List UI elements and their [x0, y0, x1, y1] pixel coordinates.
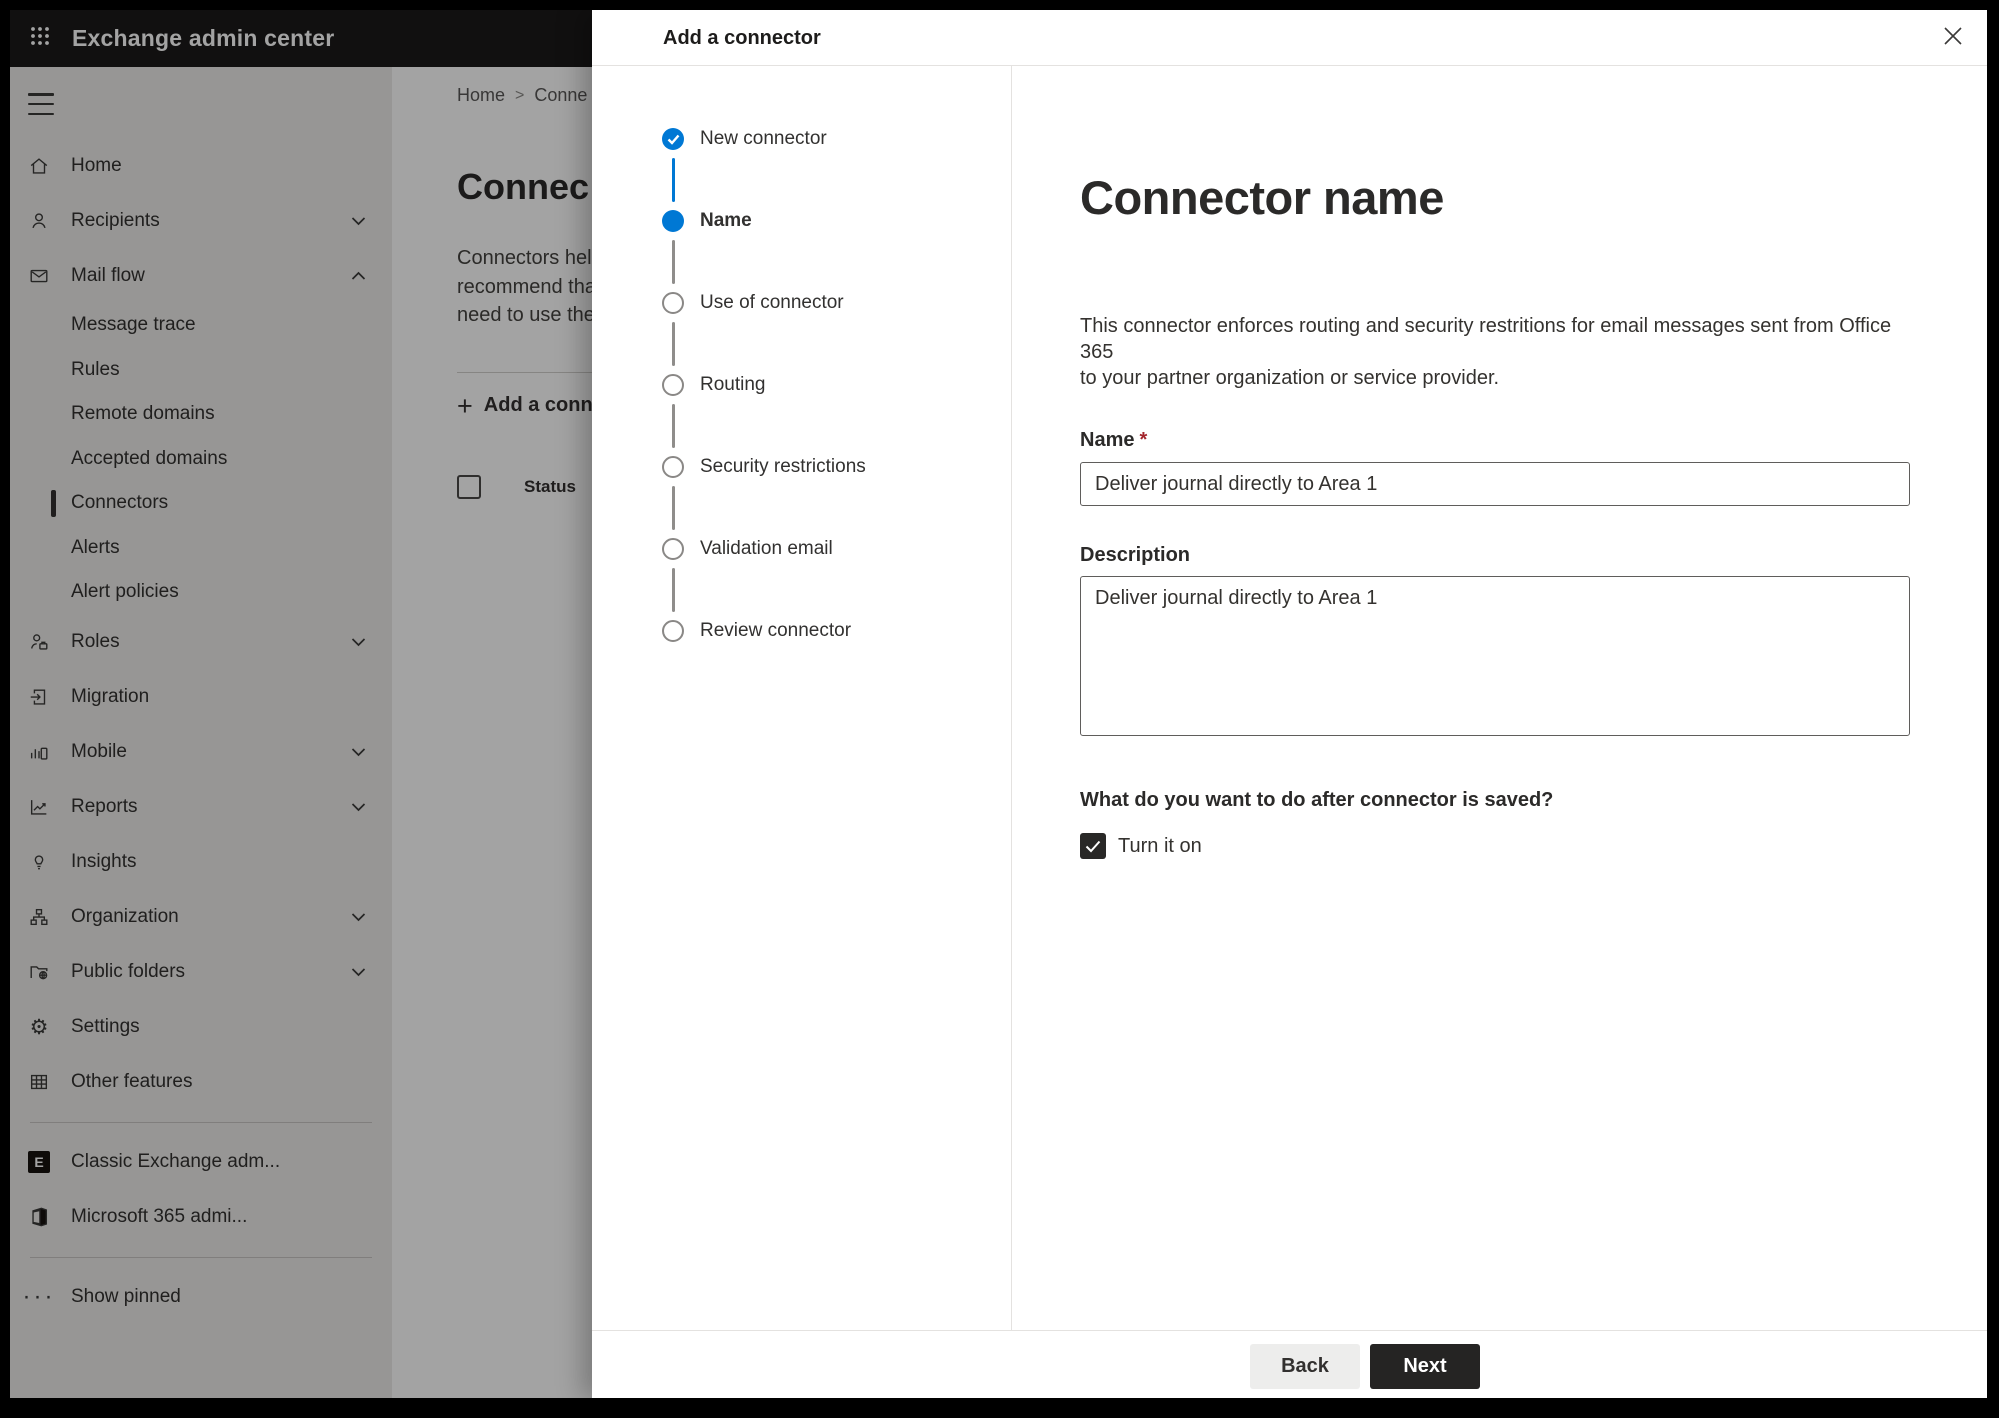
- nav-list: Home Recipients Mail flow Message trace …: [10, 138, 392, 1325]
- next-button[interactable]: Next: [1370, 1344, 1480, 1389]
- breadcrumb-connectors[interactable]: Conne: [534, 85, 587, 106]
- lightbulb-icon: [27, 850, 51, 874]
- dialog-footer: Back Next: [592, 1330, 1987, 1398]
- step-name[interactable]: Name: [662, 210, 1011, 292]
- close-button[interactable]: [1937, 22, 1969, 54]
- sidebar-item-microsoft-365-admin[interactable]: Microsoft 365 admi...: [10, 1190, 392, 1245]
- step-completed-icon: [662, 128, 684, 150]
- step-heading: Connector name: [1080, 171, 1444, 224]
- connector-name-input[interactable]: [1080, 462, 1910, 506]
- plus-icon: +: [457, 390, 473, 421]
- roles-icon: [27, 630, 51, 654]
- screenshot-frame: Exchange admin center Home Recipients Ma…: [0, 0, 1999, 1418]
- sidebar-divider: [30, 1121, 372, 1123]
- chevron-down-icon: [351, 216, 366, 226]
- close-icon: [1942, 25, 1964, 52]
- waffle-icon: [28, 24, 52, 53]
- sidebar-item-mail-flow[interactable]: Mail flow: [10, 248, 392, 303]
- turn-it-on-option[interactable]: Turn it on: [1080, 833, 1910, 859]
- breadcrumb-home[interactable]: Home: [457, 85, 505, 106]
- chevron-down-icon: [351, 912, 366, 922]
- sidebar-item-connectors[interactable]: Connectors: [10, 481, 392, 526]
- step-current-icon: [662, 210, 684, 232]
- gear-icon: ⚙: [29, 1014, 49, 1039]
- sidebar-item-home[interactable]: Home: [10, 138, 392, 193]
- org-chart-icon: [27, 905, 51, 929]
- sidebar-item-classic-exchange-admin[interactable]: E Classic Exchange adm...: [10, 1135, 392, 1190]
- step-pending-icon: [662, 620, 684, 642]
- dialog-header: Add a connector: [592, 10, 1987, 66]
- wizard-steps: New connector Name Use of connector Rout…: [592, 66, 1012, 1330]
- step-routing[interactable]: Routing: [662, 374, 1011, 456]
- dialog-title: Add a connector: [663, 27, 821, 49]
- sidebar-item-alerts[interactable]: Alerts: [10, 526, 392, 571]
- sidebar-item-public-folders[interactable]: Public folders: [10, 945, 392, 1000]
- folder-globe-icon: [27, 960, 51, 984]
- left-navigation: Home Recipients Mail flow Message trace …: [10, 67, 392, 1398]
- reports-icon: [27, 795, 51, 819]
- sidebar-item-remote-domains[interactable]: Remote domains: [10, 392, 392, 437]
- sidebar-item-insights[interactable]: Insights: [10, 835, 392, 890]
- app-launcher-button[interactable]: [18, 17, 62, 61]
- turn-it-on-label: Turn it on: [1118, 834, 1202, 857]
- chevron-down-icon: [351, 637, 366, 647]
- chevron-up-icon: [351, 271, 366, 281]
- migration-icon: [27, 685, 51, 709]
- person-icon: [27, 209, 51, 233]
- select-all-checkbox[interactable]: [457, 474, 481, 499]
- step-validation-email[interactable]: Validation email: [662, 538, 1011, 620]
- connector-description-textarea[interactable]: Deliver journal directly to Area 1: [1080, 576, 1910, 736]
- sidebar-item-rules[interactable]: Rules: [10, 348, 392, 393]
- step-use-of-connector[interactable]: Use of connector: [662, 292, 1011, 374]
- sidebar-item-organization[interactable]: Organization: [10, 890, 392, 945]
- app-window: Exchange admin center Home Recipients Ma…: [10, 10, 1987, 1398]
- add-connector-dialog: Add a connector New connector Name Use o…: [592, 10, 1987, 1398]
- sidebar-item-roles[interactable]: Roles: [10, 615, 392, 670]
- required-marker: *: [1139, 429, 1148, 451]
- step-review-connector[interactable]: Review connector: [662, 620, 1011, 702]
- mail-icon: [27, 264, 51, 288]
- ellipsis-icon: ···: [22, 1283, 56, 1310]
- sidebar-item-show-pinned[interactable]: ··· Show pinned: [10, 1270, 392, 1325]
- step-description: This connector enforces routing and secu…: [1080, 315, 1892, 389]
- sidebar-item-alert-policies[interactable]: Alert policies: [10, 570, 392, 615]
- mobile-icon: [27, 740, 51, 764]
- sidebar-item-accepted-domains[interactable]: Accepted domains: [10, 437, 392, 482]
- sidebar-item-recipients[interactable]: Recipients: [10, 193, 392, 248]
- sidebar-item-reports[interactable]: Reports: [10, 780, 392, 835]
- step-pending-icon: [662, 292, 684, 314]
- breadcrumb-separator-icon: >: [515, 86, 525, 104]
- sidebar-item-other-features[interactable]: Other features: [10, 1055, 392, 1110]
- step-new-connector[interactable]: New connector: [662, 128, 1011, 210]
- step-pending-icon: [662, 374, 684, 396]
- checked-checkbox-icon[interactable]: [1080, 833, 1106, 859]
- chevron-down-icon: [351, 802, 366, 812]
- step-pending-icon: [662, 456, 684, 478]
- back-button[interactable]: Back: [1250, 1344, 1360, 1389]
- sidebar-item-migration[interactable]: Migration: [10, 670, 392, 725]
- sidebar-item-message-trace[interactable]: Message trace: [10, 303, 392, 348]
- hamburger-menu-button[interactable]: [28, 93, 54, 115]
- step-pending-icon: [662, 538, 684, 560]
- exchange-logo-icon: E: [27, 1150, 51, 1174]
- name-field-label: Name *: [1080, 429, 1148, 451]
- description-field-label: Description: [1080, 544, 1191, 566]
- chevron-down-icon: [351, 747, 366, 757]
- sidebar-item-settings[interactable]: ⚙ Settings: [10, 1000, 392, 1055]
- dialog-content: Connector name This connector enforces r…: [1013, 66, 1987, 1330]
- app-title: Exchange admin center: [72, 25, 335, 51]
- after-save-question: What do you want to do after connector i…: [1080, 789, 1554, 811]
- sidebar-item-mobile[interactable]: Mobile: [10, 725, 392, 780]
- sidebar-divider: [30, 1256, 372, 1258]
- grid-icon: [27, 1070, 51, 1094]
- status-column-header[interactable]: Status: [524, 477, 576, 497]
- step-security-restrictions[interactable]: Security restrictions: [662, 456, 1011, 538]
- home-icon: [27, 154, 51, 178]
- chevron-down-icon: [351, 967, 366, 977]
- microsoft-365-logo-icon: [27, 1205, 51, 1229]
